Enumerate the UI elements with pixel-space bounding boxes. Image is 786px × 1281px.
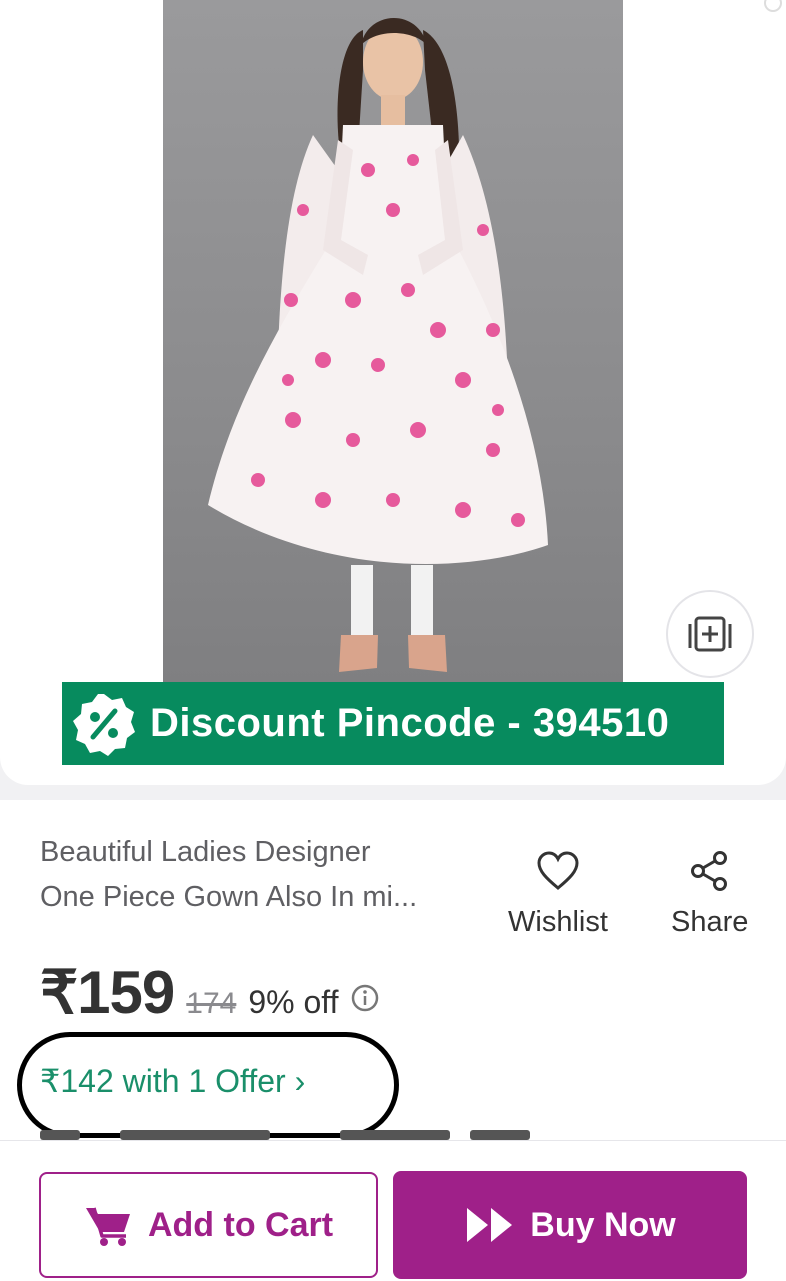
add-to-cart-button[interactable]: Add to Cart <box>39 1172 378 1278</box>
product-title-line-2[interactable]: One Piece Gown Also In mi... <box>40 881 417 914</box>
buy-now-button[interactable]: Buy Now <box>393 1171 747 1279</box>
share-button[interactable]: Share <box>671 850 748 939</box>
wishlist-label: Wishlist <box>508 906 608 938</box>
buy-now-label: Buy Now <box>530 1205 676 1244</box>
product-image[interactable] <box>163 0 623 682</box>
add-to-compare-icon <box>688 616 732 652</box>
price-row: ₹159 174 9% off <box>40 958 380 1028</box>
partially-hidden-text <box>40 1130 560 1140</box>
carousel-indicator <box>764 0 782 12</box>
share-label: Share <box>671 906 749 938</box>
discount-percent: 9% off <box>248 984 339 1020</box>
info-icon[interactable] <box>350 983 380 1013</box>
add-to-compare-button[interactable] <box>666 590 754 678</box>
percent-badge-icon <box>70 690 138 758</box>
product-title-line-1: Beautiful Ladies Designer <box>40 836 371 868</box>
heart-icon <box>537 851 579 890</box>
product-image-card: Discount Pincode - 394510 <box>0 0 786 785</box>
banner-text: Discount Pincode - 394510 <box>150 701 670 745</box>
cart-icon <box>85 1207 130 1246</box>
offer-link[interactable]: ₹142 with 1 Offer › <box>40 1062 305 1100</box>
discount-pincode-banner: Discount Pincode - 394510 <box>62 682 724 765</box>
mrp-price: 174 <box>186 987 237 1020</box>
current-price: ₹159 <box>40 959 175 1026</box>
product-illustration <box>208 17 548 672</box>
wishlist-button[interactable]: Wishlist <box>508 850 608 939</box>
add-to-cart-label: Add to Cart <box>147 1205 334 1244</box>
share-icon <box>690 851 727 891</box>
fast-forward-icon <box>467 1208 513 1242</box>
